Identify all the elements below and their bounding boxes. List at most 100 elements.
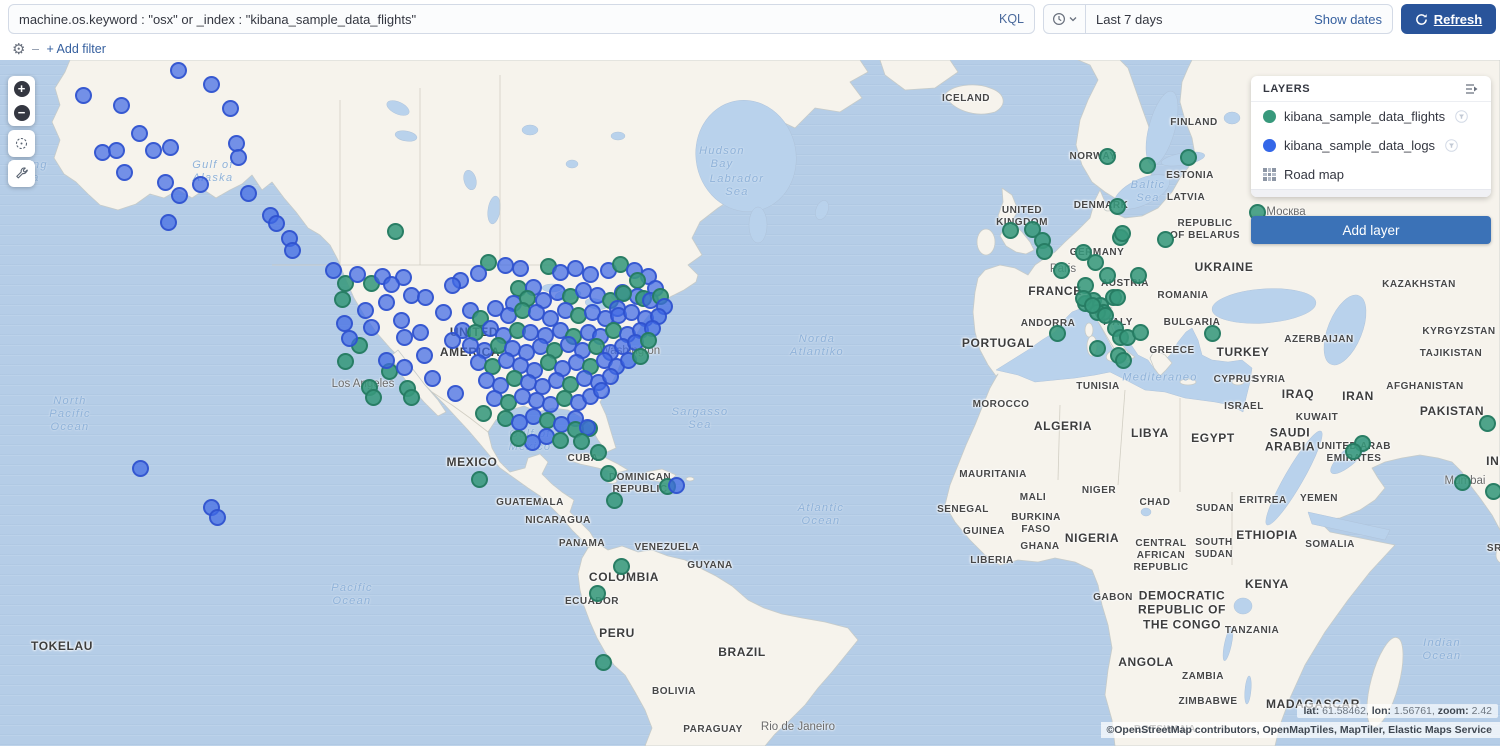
logs-data-point[interactable] [470,265,487,282]
layer-row-roadmap[interactable]: Road map [1251,160,1491,189]
logs-data-point[interactable] [444,332,461,349]
logs-data-point[interactable] [357,302,374,319]
logs-data-point[interactable] [424,370,441,387]
logs-data-point[interactable] [145,142,162,159]
logs-data-point[interactable] [131,125,148,142]
logs-data-point[interactable] [512,260,529,277]
flights-data-point[interactable] [337,353,354,370]
flights-data-point[interactable] [1157,231,1174,248]
logs-data-point[interactable] [447,385,464,402]
flights-data-point[interactable] [1099,267,1116,284]
refresh-button[interactable]: Refresh [1401,4,1496,34]
flights-data-point[interactable] [1454,474,1471,491]
flights-data-point[interactable] [589,585,606,602]
flights-data-point[interactable] [510,430,527,447]
flights-data-point[interactable] [403,389,420,406]
logs-data-point[interactable] [341,330,358,347]
logs-data-point[interactable] [552,264,569,281]
layer-row-flights[interactable]: kibana_sample_data_flights [1251,102,1491,131]
logs-data-point[interactable] [497,257,514,274]
logs-data-point[interactable] [113,97,130,114]
logs-data-point[interactable] [435,304,452,321]
flights-data-point[interactable] [595,654,612,671]
zoom-in-button[interactable]: + [14,81,30,97]
logs-data-point[interactable] [383,276,400,293]
flights-data-point[interactable] [1109,289,1126,306]
query-language-button[interactable]: KQL [989,12,1024,26]
flights-data-point[interactable] [1109,198,1126,215]
flights-data-point[interactable] [334,291,351,308]
logs-data-point[interactable] [444,277,461,294]
logs-data-point[interactable] [582,266,599,283]
logs-data-point[interactable] [240,185,257,202]
flights-data-point[interactable] [1180,149,1197,166]
flights-data-point[interactable] [573,433,590,450]
flights-data-point[interactable] [1345,443,1362,460]
logs-data-point[interactable] [75,87,92,104]
flights-data-point[interactable] [632,348,649,365]
logs-data-point[interactable] [378,294,395,311]
logs-data-point[interactable] [157,174,174,191]
flights-data-point[interactable] [1139,157,1156,174]
flights-data-point[interactable] [606,492,623,509]
logs-data-point[interactable] [412,324,429,341]
time-picker-quick-menu-button[interactable] [1044,5,1086,33]
logs-data-point[interactable] [363,319,380,336]
logs-data-point[interactable] [209,509,226,526]
flights-data-point[interactable] [1036,243,1053,260]
tools-button[interactable] [8,160,35,187]
zoom-out-button[interactable]: − [14,105,30,121]
flights-data-point[interactable] [1132,324,1149,341]
logs-data-point[interactable] [132,460,149,477]
gear-icon[interactable]: ⚙ [12,42,25,57]
flights-data-point[interactable] [1099,148,1116,165]
flights-data-point[interactable] [1089,340,1106,357]
logs-data-point[interactable] [162,139,179,156]
logs-data-point[interactable] [567,260,584,277]
flights-data-point[interactable] [387,223,404,240]
flights-data-point[interactable] [471,471,488,488]
flights-data-point[interactable] [1114,225,1131,242]
logs-data-point[interactable] [268,215,285,232]
flights-data-point[interactable] [1084,297,1101,314]
flights-data-point[interactable] [552,432,569,449]
flights-data-point[interactable] [1130,267,1147,284]
flights-data-point[interactable] [1485,483,1500,500]
query-input[interactable]: machine.os.keyword : "osx" or _index : "… [8,4,1035,34]
logs-data-point[interactable] [222,100,239,117]
flights-data-point[interactable] [615,285,632,302]
logs-data-point[interactable] [284,242,301,259]
add-layer-button[interactable]: Add layer [1251,216,1491,244]
logs-data-point[interactable] [349,266,366,283]
flights-data-point[interactable] [1115,352,1132,369]
logs-data-point[interactable] [416,347,433,364]
flights-data-point[interactable] [590,444,607,461]
flights-data-point[interactable] [600,465,617,482]
flights-data-point[interactable] [613,558,630,575]
add-filter-button[interactable]: + Add filter [46,42,105,56]
flights-data-point[interactable] [1479,415,1496,432]
logs-data-point[interactable] [396,359,413,376]
logs-data-point[interactable] [393,312,410,329]
flights-data-point[interactable] [640,332,657,349]
flights-data-point[interactable] [629,272,646,289]
flights-data-point[interactable] [365,389,382,406]
time-range-value[interactable]: Last 7 days [1086,12,1173,27]
logs-data-point[interactable] [417,289,434,306]
flights-data-point[interactable] [1002,222,1019,239]
logs-data-point[interactable] [171,187,188,204]
logs-data-point[interactable] [116,164,133,181]
logs-data-point[interactable] [396,329,413,346]
logs-data-point[interactable] [160,214,177,231]
logs-data-point[interactable] [378,352,395,369]
logs-data-point[interactable] [336,315,353,332]
logs-data-point[interactable] [203,76,220,93]
flights-data-point[interactable] [1049,325,1066,342]
flights-data-point[interactable] [1087,254,1104,271]
logs-data-point[interactable] [192,176,209,193]
layer-row-logs[interactable]: kibana_sample_data_logs [1251,131,1491,160]
show-dates-button[interactable]: Show dates [1314,12,1392,27]
logs-data-point[interactable] [170,62,187,79]
logs-data-point[interactable] [108,142,125,159]
logs-data-point[interactable] [668,477,685,494]
